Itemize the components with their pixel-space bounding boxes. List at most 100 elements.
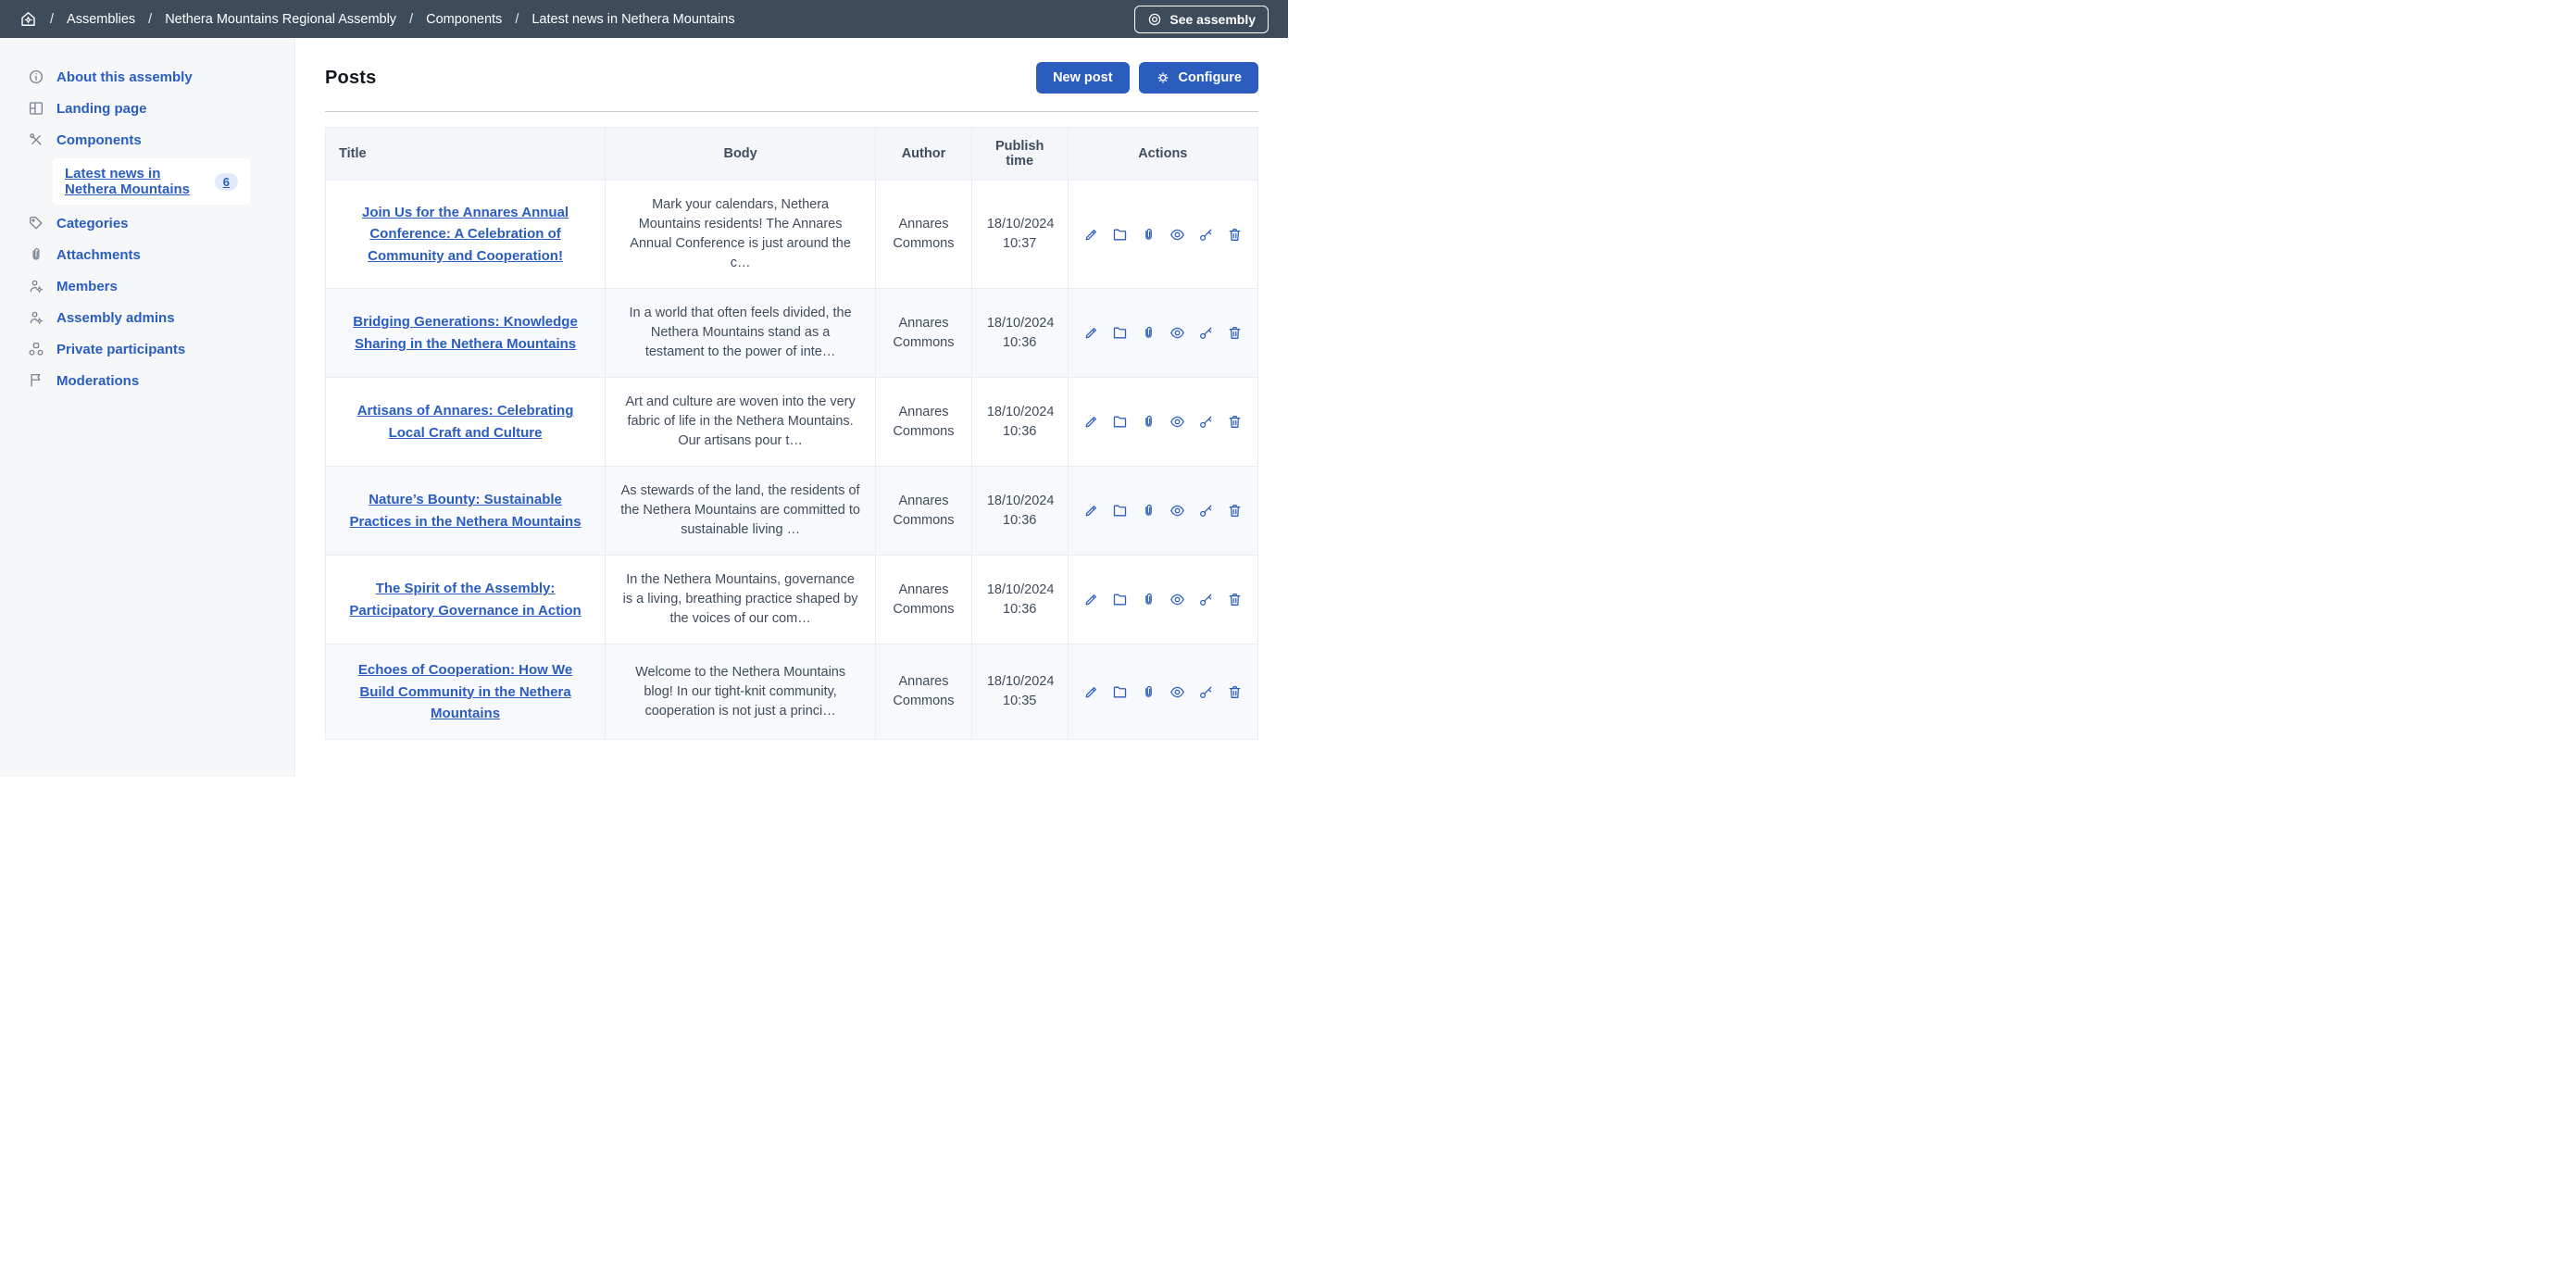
delete-trash-icon[interactable]	[1227, 227, 1243, 243]
permissions-key-icon[interactable]	[1198, 503, 1214, 519]
sidebar-item-about[interactable]: About this assembly	[0, 61, 294, 93]
sidebar-subitem-label[interactable]: Latest news in Nethera Mountains	[65, 166, 205, 197]
table-row: Bridging Generations: Knowledge Sharing …	[326, 289, 1258, 378]
post-title-link[interactable]: Nature’s Bounty: Sustainable Practices i…	[350, 492, 581, 529]
folder-icon[interactable]	[1112, 592, 1128, 607]
post-author-cell: Annares Commons	[876, 556, 972, 644]
edit-icon[interactable]	[1083, 227, 1099, 243]
configure-button[interactable]: Configure	[1139, 62, 1258, 94]
preview-eye-icon[interactable]	[1169, 503, 1185, 519]
tools-icon	[28, 131, 44, 148]
sidebar-item-attachments[interactable]: Attachments	[0, 239, 294, 270]
breadcrumb-separator: /	[148, 12, 152, 27]
attachments-icon[interactable]	[1141, 414, 1157, 430]
see-assembly-button[interactable]: See assembly	[1134, 6, 1269, 33]
post-title-cell: Artisans of Annares: Celebrating Local C…	[326, 378, 606, 467]
post-publish-time-cell: 18/10/2024 10:36	[971, 289, 1068, 378]
delete-trash-icon[interactable]	[1227, 684, 1243, 700]
post-author-cell: Annares Commons	[876, 644, 972, 740]
sidebar-item-private-participants[interactable]: Private participants	[0, 333, 294, 365]
sidebar-item-members[interactable]: Members	[0, 270, 294, 302]
header-divider	[325, 111, 1258, 112]
breadcrumb-assembly-name[interactable]: Nethera Mountains Regional Assembly	[165, 12, 396, 27]
breadcrumb-separator: /	[50, 12, 54, 27]
user-settings-icon	[28, 278, 44, 294]
sidebar-item-label: Landing page	[56, 101, 147, 117]
post-title-link[interactable]: Echoes of Cooperation: How We Build Comm…	[358, 662, 572, 721]
attachments-icon[interactable]	[1141, 325, 1157, 341]
info-icon	[28, 69, 44, 85]
permissions-key-icon[interactable]	[1198, 592, 1214, 607]
sidebar-item-components[interactable]: Components	[0, 124, 294, 156]
post-body-cell: Welcome to the Nethera Mountains blog! I…	[606, 644, 876, 740]
attachments-icon[interactable]	[1141, 684, 1157, 700]
post-author-cell: Annares Commons	[876, 181, 972, 289]
folder-icon[interactable]	[1112, 325, 1128, 341]
sidebar: About this assembly Landing page Compone…	[0, 38, 295, 777]
flag-icon	[28, 372, 44, 389]
breadcrumb-separator: /	[409, 12, 413, 27]
delete-trash-icon[interactable]	[1227, 503, 1243, 519]
folder-icon[interactable]	[1112, 227, 1128, 243]
posts-table: Title Body Author Publish time Actions J…	[325, 127, 1258, 740]
breadcrumb-assemblies[interactable]: Assemblies	[67, 12, 135, 27]
sidebar-subitem-latest-news[interactable]: Latest news in Nethera Mountains 6	[53, 158, 250, 205]
new-post-button[interactable]: New post	[1036, 62, 1129, 94]
attachments-icon[interactable]	[1141, 503, 1157, 519]
post-publish-time-cell: 18/10/2024 10:35	[971, 644, 1068, 740]
attachments-icon[interactable]	[1141, 592, 1157, 607]
table-row: The Spirit of the Assembly: Participator…	[326, 556, 1258, 644]
preview-eye-icon[interactable]	[1169, 227, 1185, 243]
top-navbar: / Assemblies / Nethera Mountains Regiona…	[0, 0, 1288, 38]
tag-icon	[28, 215, 44, 231]
home-icon[interactable]	[19, 10, 37, 28]
paperclip-icon	[28, 246, 44, 263]
post-title-link[interactable]: The Spirit of the Assembly: Participator…	[349, 581, 581, 618]
sidebar-item-label: Moderations	[56, 373, 139, 389]
permissions-key-icon[interactable]	[1198, 414, 1214, 430]
breadcrumb-components[interactable]: Components	[426, 12, 502, 27]
edit-icon[interactable]	[1083, 503, 1099, 519]
sidebar-item-landing-page[interactable]: Landing page	[0, 93, 294, 124]
breadcrumb: / Assemblies / Nethera Mountains Regiona…	[19, 10, 1134, 28]
preview-eye-icon[interactable]	[1169, 684, 1185, 700]
folder-icon[interactable]	[1112, 503, 1128, 519]
post-title-link[interactable]: Join Us for the Annares Annual Conferenc…	[362, 205, 569, 264]
edit-icon[interactable]	[1083, 325, 1099, 341]
attachments-icon[interactable]	[1141, 227, 1157, 243]
delete-trash-icon[interactable]	[1227, 325, 1243, 341]
edit-icon[interactable]	[1083, 684, 1099, 700]
see-assembly-label: See assembly	[1169, 12, 1256, 27]
preview-eye-icon[interactable]	[1169, 592, 1185, 607]
post-title-link[interactable]: Bridging Generations: Knowledge Sharing …	[353, 314, 578, 351]
permissions-key-icon[interactable]	[1198, 684, 1214, 700]
edit-icon[interactable]	[1083, 592, 1099, 607]
new-post-label: New post	[1053, 70, 1112, 85]
sidebar-item-moderations[interactable]: Moderations	[0, 365, 294, 396]
post-title-link[interactable]: Artisans of Annares: Celebrating Local C…	[357, 403, 574, 440]
post-count-badge[interactable]: 6	[215, 173, 238, 191]
permissions-key-icon[interactable]	[1198, 227, 1214, 243]
user-settings-icon	[28, 309, 44, 326]
column-header-body: Body	[606, 128, 876, 181]
permissions-key-icon[interactable]	[1198, 325, 1214, 341]
post-title-cell: Echoes of Cooperation: How We Build Comm…	[326, 644, 606, 740]
sidebar-item-assembly-admins[interactable]: Assembly admins	[0, 302, 294, 333]
post-actions-cell	[1068, 378, 1257, 467]
column-header-actions: Actions	[1068, 128, 1257, 181]
delete-trash-icon[interactable]	[1227, 414, 1243, 430]
preview-eye-icon[interactable]	[1169, 325, 1185, 341]
post-body-cell: As stewards of the land, the residents o…	[606, 467, 876, 556]
sidebar-item-label: Private participants	[56, 342, 185, 357]
column-header-publish-time: Publish time	[971, 128, 1068, 181]
folder-icon[interactable]	[1112, 414, 1128, 430]
table-row: Join Us for the Annares Annual Conferenc…	[326, 181, 1258, 289]
delete-trash-icon[interactable]	[1227, 592, 1243, 607]
layout-icon	[28, 100, 44, 117]
sidebar-item-categories[interactable]: Categories	[0, 207, 294, 239]
folder-icon[interactable]	[1112, 684, 1128, 700]
preview-eye-icon[interactable]	[1169, 414, 1185, 430]
edit-icon[interactable]	[1083, 414, 1099, 430]
breadcrumb-current-component[interactable]: Latest news in Nethera Mountains	[531, 12, 734, 27]
gear-icon	[1156, 70, 1170, 85]
